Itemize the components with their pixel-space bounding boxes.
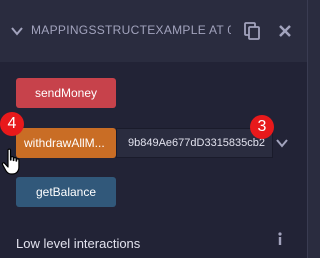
- step-badge-4: 4: [0, 112, 24, 136]
- hand-pointer-icon: [1, 148, 20, 175]
- withdraw-all-money-button[interactable]: withdrawAllM...: [16, 128, 116, 158]
- send-money-button[interactable]: sendMoney: [16, 78, 116, 108]
- close-icon[interactable]: [278, 24, 292, 38]
- step-badge-3: 3: [250, 115, 274, 139]
- contract-header: MAPPINGSSTRUCTEXAMPLE AT 0XD9:: [0, 0, 307, 62]
- copy-icon[interactable]: [244, 22, 260, 40]
- chevron-down-icon[interactable]: [275, 137, 289, 149]
- withdraw-address-input[interactable]: 9b849Ae677dD3315835cb2: [116, 128, 273, 158]
- low-level-interactions-label: Low level interactions: [16, 236, 141, 251]
- chevron-down-icon[interactable]: [10, 24, 24, 38]
- contract-title[interactable]: MAPPINGSSTRUCTEXAMPLE AT 0XD9:: [31, 23, 231, 37]
- get-balance-button[interactable]: getBalance: [16, 177, 116, 207]
- info-icon[interactable]: [276, 232, 284, 246]
